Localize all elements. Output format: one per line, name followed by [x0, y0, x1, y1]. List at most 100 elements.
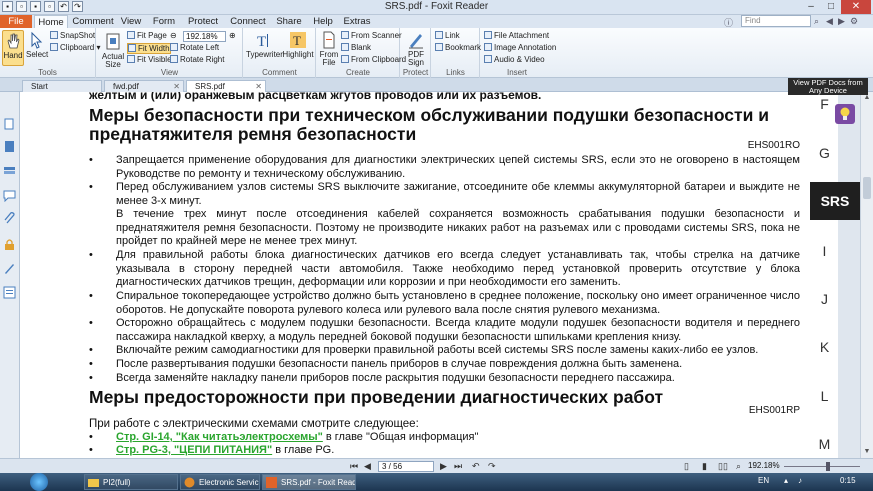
scroll-thumb[interactable]	[863, 177, 871, 199]
fit-visible-button[interactable]: Fit Visible	[127, 55, 172, 64]
index-tab-m[interactable]: M	[809, 436, 840, 452]
next-result-icon[interactable]: ▶	[838, 16, 845, 27]
pen-sign-icon	[409, 34, 423, 49]
pdf-sign-button[interactable]: PDF Sign	[404, 30, 428, 67]
highlight-button[interactable]: T Highlight	[282, 30, 314, 59]
pages-icon[interactable]	[3, 118, 16, 131]
layers-icon[interactable]	[3, 164, 16, 177]
minimize-button[interactable]: –	[801, 0, 821, 14]
link-pg-3[interactable]: Стр. PG-3, "ЦЕПИ ПИТАНИЯ"	[116, 444, 272, 456]
bookmark-button[interactable]: Bookmark	[435, 43, 481, 52]
promo-tooltip[interactable]: View PDF Docs from Any Device	[788, 78, 868, 95]
svg-text:T: T	[257, 34, 266, 50]
previous-page-icon[interactable]: ◀	[364, 461, 371, 472]
settings-icon[interactable]: ⚙	[850, 16, 858, 27]
facing-icon[interactable]: ▯▯	[718, 461, 728, 472]
next-page-icon[interactable]: ▶	[440, 461, 447, 472]
last-page-icon[interactable]: ⏭	[454, 461, 462, 472]
snapshot-button[interactable]: SnapShot	[50, 31, 95, 40]
start-button[interactable]	[30, 473, 48, 491]
link-button[interactable]: Link	[435, 31, 460, 40]
tab-home[interactable]: Home	[34, 15, 68, 28]
hand-button[interactable]: Hand	[2, 30, 24, 66]
from-scanner-button[interactable]: From Scanner	[341, 31, 402, 40]
clipboard-icon	[50, 43, 58, 51]
vertical-scrollbar[interactable]: ▲ ▼	[860, 92, 873, 458]
taskbar-item-foxit[interactable]: SRS.pdf - Foxit Reader	[262, 474, 356, 490]
index-tab-j[interactable]: J	[809, 291, 840, 307]
group-create: From File From Scanner Blank From Clipbo…	[317, 28, 406, 78]
clipboard-button[interactable]: Clipboard ▾	[50, 43, 101, 52]
typewriter-button[interactable]: T Typewriter	[246, 30, 283, 59]
tab-share[interactable]: Share	[272, 15, 306, 28]
scroll-down-icon[interactable]: ▼	[861, 446, 873, 458]
doc-tab-start[interactable]: Start	[22, 80, 102, 92]
fit-page-button[interactable]: Fit Page	[127, 31, 167, 40]
zoom-slider-knob[interactable]	[826, 462, 830, 471]
zoom-slider[interactable]	[784, 462, 860, 471]
close-tab-icon[interactable]: ✕	[255, 81, 262, 92]
group-label-comment: Comment	[262, 68, 297, 77]
tab-protect[interactable]: Protect	[184, 15, 222, 28]
index-tab-srs[interactable]: SRS	[810, 182, 860, 220]
previous-result-icon[interactable]: ◀	[826, 16, 833, 27]
index-tab-l[interactable]: L	[809, 388, 840, 404]
lightbulb-tip-icon[interactable]	[835, 104, 855, 124]
from-file-button[interactable]: From File	[319, 30, 339, 67]
index-tab-k[interactable]: K	[809, 339, 840, 355]
go-forward-icon[interactable]: ↷	[488, 461, 496, 472]
zoom-out-icon[interactable]: ⊖	[170, 31, 177, 40]
page-number-input[interactable]: 3 / 56	[378, 461, 434, 472]
tab-help[interactable]: Help	[308, 15, 338, 28]
blank-page-icon	[341, 43, 349, 51]
security-lock-icon[interactable]	[3, 238, 16, 251]
taskbar-item-pi2[interactable]: PI2(full)	[84, 474, 178, 490]
index-tab-i[interactable]: I	[809, 243, 840, 259]
tab-view[interactable]: View	[116, 15, 146, 28]
content-icon[interactable]	[3, 286, 16, 299]
actual-size-button[interactable]: Actual Size	[101, 32, 125, 69]
fit-width-button[interactable]: Fit Width	[127, 43, 171, 54]
maximize-button[interactable]: □	[821, 0, 841, 14]
tray-volume-icon[interactable]: ♪	[798, 476, 802, 485]
link-gi-14[interactable]: Стр. GI-14, "Как читатьэлектросхемы"	[116, 431, 323, 443]
go-back-icon[interactable]: ↶	[472, 461, 480, 472]
image-annotation-button[interactable]: Image Annotation	[484, 43, 556, 52]
tray-network-icon[interactable]: ▴	[784, 476, 788, 485]
continuous-icon[interactable]: ▮	[702, 461, 707, 472]
pdf-page-view[interactable]: желтым и (или) оранжевым расцветкам жгут…	[20, 92, 838, 458]
signatures-icon[interactable]	[3, 262, 16, 275]
bookmarks-icon[interactable]	[3, 140, 16, 153]
cut-off-line: желтым и (или) оранжевым расцветкам жгут…	[89, 92, 542, 102]
from-clipboard-button[interactable]: From Clipboard	[341, 55, 406, 64]
zoom-status-icon[interactable]: ⌕	[736, 461, 741, 472]
close-tab-icon[interactable]: ✕	[173, 81, 180, 92]
rotate-right-button[interactable]: Rotate Right	[170, 55, 224, 64]
tab-comment[interactable]: Comment	[72, 15, 114, 28]
zoom-in-icon[interactable]: ⊕	[229, 31, 236, 40]
comments-icon[interactable]	[3, 189, 16, 202]
doc-tab-srs[interactable]: SRS.pdf ✕	[186, 80, 266, 92]
attachments-icon[interactable]	[3, 212, 16, 225]
clock[interactable]: 0:15	[840, 476, 856, 485]
tab-connect[interactable]: Connect	[226, 15, 270, 28]
file-attachment-button[interactable]: File Attachment	[484, 31, 549, 40]
select-button[interactable]: Select	[26, 30, 48, 59]
taskbar-item-esm[interactable]: Electronic Service M...	[180, 474, 260, 490]
audio-video-button[interactable]: Audio & Video	[484, 55, 545, 64]
doc-tab-fwd[interactable]: fwd.pdf ✕	[104, 80, 184, 92]
find-input[interactable]: Find	[741, 15, 811, 27]
tab-extras[interactable]: Extras	[340, 15, 374, 28]
tab-form[interactable]: Form	[148, 15, 180, 28]
single-page-icon[interactable]: ▯	[684, 461, 689, 472]
tab-file[interactable]: File	[0, 15, 32, 28]
close-button[interactable]: ✕	[841, 0, 871, 14]
index-tab-g[interactable]: G	[809, 145, 840, 161]
rotate-left-button[interactable]: Rotate Left	[170, 43, 219, 52]
zoom-input[interactable]: 192.18%	[183, 31, 226, 42]
search-icon[interactable]: ⌕	[814, 16, 819, 27]
scanner-icon	[341, 31, 349, 39]
language-indicator[interactable]: EN	[758, 476, 769, 485]
first-page-icon[interactable]: ⏮	[350, 461, 358, 472]
blank-button[interactable]: Blank	[341, 43, 371, 52]
